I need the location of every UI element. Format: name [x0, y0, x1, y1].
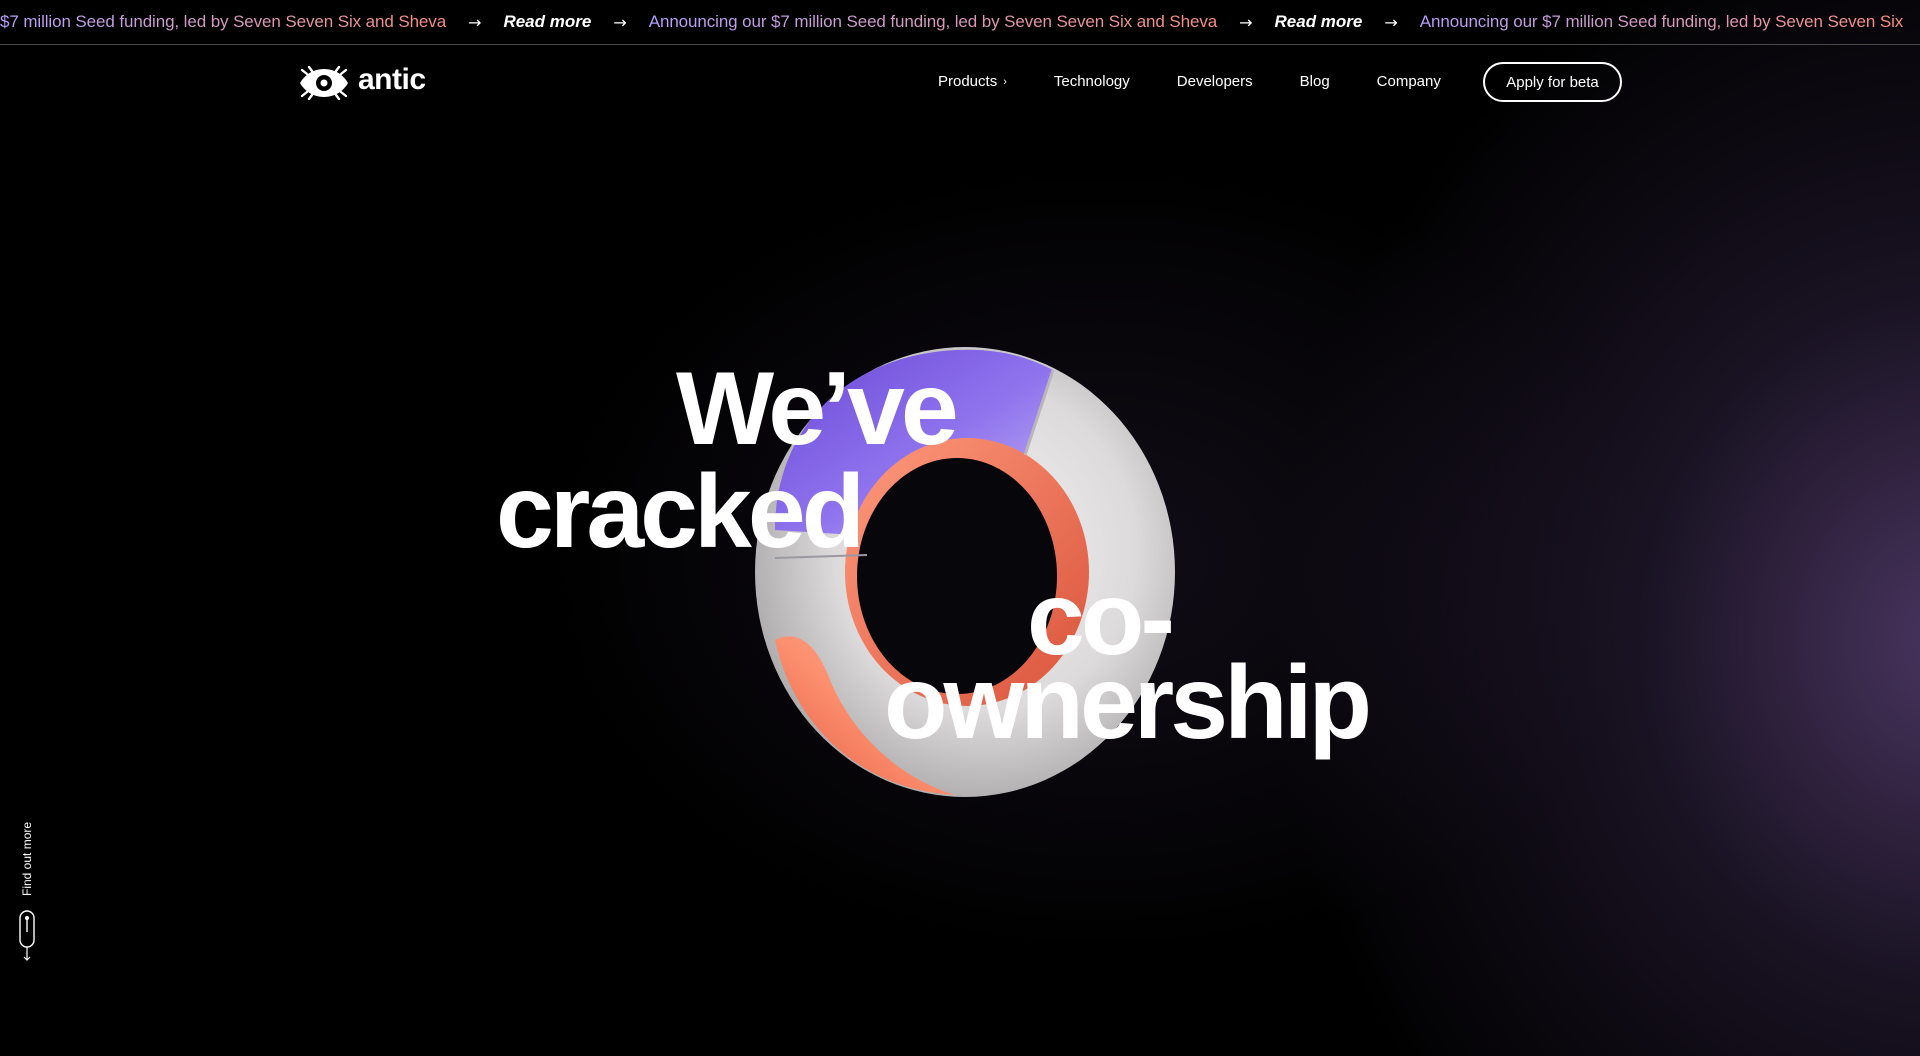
read-more-link[interactable]: Read more [1275, 12, 1385, 32]
landing-page: $7 million Seed funding, led by Seven Se… [0, 0, 1920, 1056]
find-out-more-scroll[interactable]: Find out more [14, 820, 40, 970]
mouse-scroll-icon [19, 910, 35, 961]
hero-ring-illustration [755, 347, 1175, 797]
main-nav: Products › Technology Developers Blog Co… [938, 45, 1488, 117]
eye-logo-icon [300, 66, 348, 100]
nav-item-products[interactable]: Products › [938, 73, 1007, 90]
scroll-hint-label: Find out more [20, 821, 34, 896]
arrow-right-icon: → [1384, 12, 1398, 32]
nav-item-developers[interactable]: Developers [1177, 73, 1253, 90]
arrow-right-icon: → [613, 12, 627, 32]
nav-item-label: Blog [1299, 72, 1330, 90]
marquee-track: $7 million Seed funding, led by Seven Se… [0, 0, 1920, 44]
site-header: antic Products › Technology Developers B… [0, 45, 1920, 117]
logo-wordmark: antic [358, 63, 426, 96]
read-more-link[interactable]: Read more [503, 12, 613, 32]
announcement-text: Announcing our $7 million Seed funding, … [649, 12, 1239, 32]
chevron-right-icon: › [1003, 75, 1007, 88]
announcement-text: $7 million Seed funding, led by Seven Se… [0, 12, 468, 32]
antic-logo[interactable]: antic [298, 65, 426, 101]
arrow-right-icon: → [468, 12, 482, 32]
nav-item-technology[interactable]: Technology [1054, 73, 1130, 90]
nav-item-label: Products [938, 72, 998, 90]
announcement-marquee: $7 million Seed funding, led by Seven Se… [0, 0, 1920, 45]
apply-for-beta-button[interactable]: Apply for beta [1483, 62, 1622, 102]
nav-item-company[interactable]: Company [1377, 73, 1441, 90]
nav-item-label: Company [1376, 72, 1441, 90]
arrow-right-icon: → [1239, 12, 1253, 32]
nav-item-label: Developers [1176, 72, 1253, 90]
nav-item-blog[interactable]: Blog [1300, 73, 1330, 90]
announcement-text: Announcing our $7 million Seed funding, … [1420, 12, 1920, 32]
nav-item-label: Technology [1053, 72, 1130, 90]
